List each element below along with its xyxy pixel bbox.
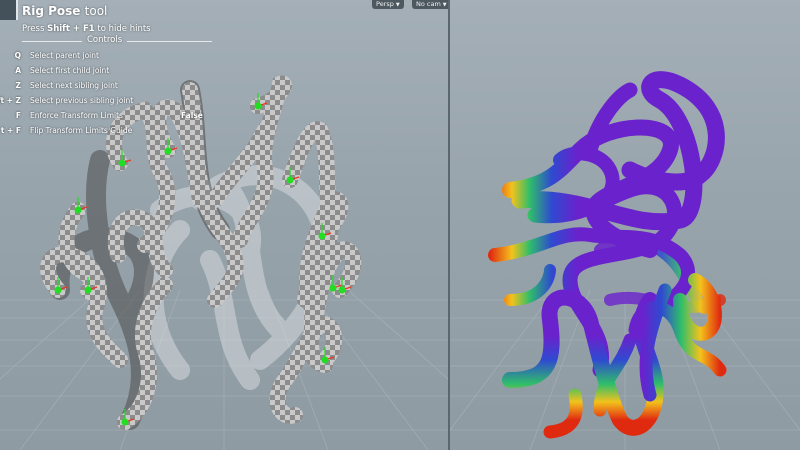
control-label: Select first child joint: [30, 66, 110, 75]
chevron-down-icon: ▼: [395, 2, 400, 8]
hint-prefix: Press: [22, 24, 45, 34]
camera-label: No cam: [416, 0, 441, 8]
camera-dropdown[interactable]: No cam ▼: [412, 0, 448, 9]
control-value: False: [181, 111, 203, 120]
viewport-left[interactable]: Rig Pose tool Press Shift + F1 to hide h…: [0, 0, 448, 450]
camera-mode-dropdown[interactable]: Persp ▼: [372, 0, 404, 9]
control-key: ft + Z: [0, 96, 21, 105]
heatmap-tentacles: [488, 71, 727, 439]
control-label: Select parent joint: [30, 51, 99, 60]
control-key: Q: [14, 51, 21, 60]
control-key: A: [15, 66, 21, 75]
control-key: t + F: [0, 126, 21, 135]
tool-title-bold: Rig Pose: [22, 4, 81, 18]
control-key: Z: [15, 81, 21, 90]
control-key: F: [15, 111, 21, 120]
tool-title-rest: tool: [84, 4, 108, 18]
hint-keys: Shift + F1: [47, 24, 95, 34]
viewport-right[interactable]: [450, 0, 800, 450]
chevron-down-icon: ▼: [442, 2, 447, 8]
camera-mode-label: Persp: [376, 0, 394, 8]
control-label: Select next sibling joint: [30, 81, 118, 90]
control-label: Flip Transform Limits Guide: [30, 126, 133, 135]
right-scene[interactable]: [450, 0, 800, 450]
control-label: Select previous sibling joint: [30, 96, 134, 105]
controls-title: Controls: [82, 35, 128, 45]
rig-pose-icon: [0, 0, 18, 20]
tool-title: Rig Pose tool: [22, 4, 107, 18]
hide-hints-hint: Press Shift + F1 to hide hints: [22, 24, 151, 34]
hint-suffix: to hide hints: [97, 24, 151, 34]
control-label: Enforce Transform Limits: [30, 111, 123, 120]
